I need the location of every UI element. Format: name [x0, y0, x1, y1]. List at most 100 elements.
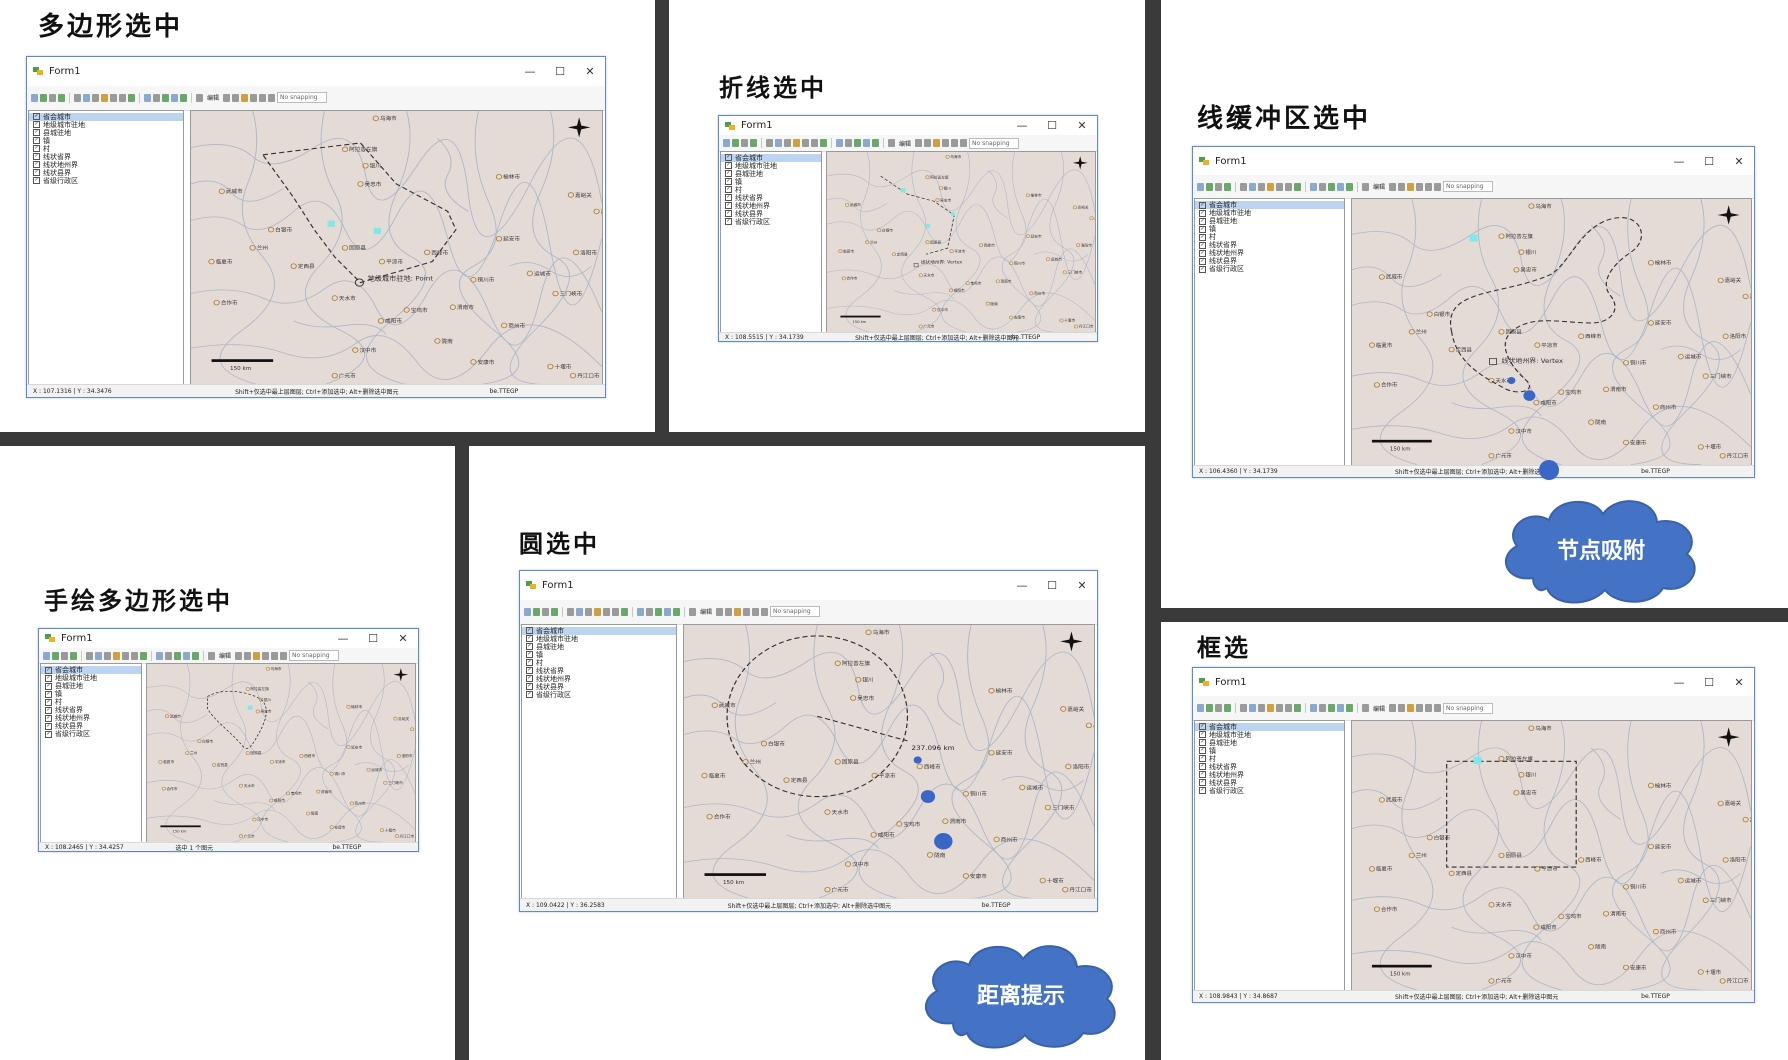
toolbar-button-icon[interactable]	[820, 139, 827, 147]
minimize-button[interactable]: —	[328, 632, 358, 645]
layer-item[interactable]: ✓ 线状省界	[721, 194, 821, 202]
toolbar-button-icon[interactable]	[235, 651, 243, 660]
layer-checkbox[interactable]: ✓	[1199, 257, 1206, 265]
edit-menu[interactable]: 编辑	[700, 607, 712, 616]
toolbar-button-icon[interactable]	[271, 651, 279, 660]
toolbar-button-icon[interactable]	[1362, 182, 1369, 191]
toolbar-button-icon[interactable]	[951, 139, 959, 147]
toolbar-button-icon[interactable]	[1362, 704, 1369, 713]
toolbar-button-icon[interactable]	[86, 651, 93, 660]
layer-item[interactable]: ✓ 省会城市	[1195, 201, 1345, 210]
layer-checkbox[interactable]: ✓	[1199, 233, 1206, 241]
layer-item[interactable]: ✓ 线状省界	[1195, 763, 1344, 771]
toolbar-button-icon[interactable]	[576, 607, 583, 616]
snapping-select[interactable]: No snapping	[770, 606, 820, 618]
toolbar-button-icon[interactable]	[1215, 182, 1222, 191]
toolbar-button-icon[interactable]	[621, 607, 628, 616]
toolbar-button-icon[interactable]	[196, 93, 203, 102]
layer-item[interactable]: ✓ 省会城市	[721, 153, 822, 162]
toolbar-button-icon[interactable]	[280, 651, 288, 660]
toolbar-button-icon[interactable]	[673, 607, 680, 616]
toolbar-button-icon[interactable]	[1310, 182, 1317, 191]
layer-checkbox[interactable]: ✓	[45, 674, 52, 682]
maximize-button[interactable]: ☐	[545, 65, 575, 78]
edit-menu[interactable]: 编辑	[899, 139, 911, 148]
layer-checkbox[interactable]: ✓	[45, 698, 52, 706]
toolbar-button-icon[interactable]	[1267, 704, 1274, 713]
layer-checkbox[interactable]: ✓	[33, 113, 40, 121]
layer-item[interactable]: ✓ 镇	[1195, 747, 1344, 755]
layer-checkbox[interactable]: ✓	[1199, 747, 1206, 755]
layer-checkbox[interactable]: ✓	[33, 161, 40, 169]
toolbar-button-icon[interactable]	[1434, 182, 1442, 191]
layer-checkbox[interactable]: ✓	[1199, 731, 1206, 739]
toolbar-button-icon[interactable]	[1276, 182, 1283, 191]
toolbar-button-icon[interactable]	[104, 651, 111, 660]
map-canvas[interactable]: 乌海市阿拉善左旗银川吴忠市武威市榆林市嘉峪关白银市兰州 固原县平凉市西峰市延安市临…	[190, 110, 602, 385]
toolbar-button-icon[interactable]	[1267, 182, 1274, 191]
map-canvas[interactable]: 乌海市阿拉善左旗银川吴忠市武威市榆林市嘉峪关白银市兰州 固原县平凉市西峰市延安市临…	[683, 624, 1094, 899]
maximize-button[interactable]: ☐	[1694, 155, 1724, 168]
toolbar-button-icon[interactable]	[144, 93, 151, 102]
toolbar-button-icon[interactable]	[655, 607, 662, 616]
maximize-button[interactable]: ☐	[1037, 119, 1067, 132]
map-view[interactable]: 乌海市 阿拉善左旗 银川 吴忠市 武威市 榆林市 嘉峪关 白银市 兰州 固原县 平凉市 西峰市 延安市临…	[1351, 198, 1752, 466]
layer-item[interactable]: ✓ 县城驻地	[721, 170, 821, 178]
toolbar-button-icon[interactable]	[1407, 182, 1415, 191]
map-view[interactable]: 乌海市 阿拉善左旗 银川 吴忠市 武威市 榆林市 嘉峪关 白银市 兰州 固原县 平凉市 西峰市 延安市临…	[1351, 719, 1752, 991]
toolbar-button-icon[interactable]	[811, 139, 818, 147]
layer-item[interactable]: ✓ 省级行政区	[721, 218, 821, 226]
toolbar-button-icon[interactable]	[131, 651, 138, 660]
toolbar-button-icon[interactable]	[208, 651, 215, 660]
toolbar-button-icon[interactable]	[933, 139, 941, 147]
toolbar-button-icon[interactable]	[854, 139, 861, 147]
layer-item[interactable]: ✓ 线状地州界	[1195, 249, 1344, 257]
layer-checkbox[interactable]: ✓	[725, 178, 732, 186]
toolbar-button-icon[interactable]	[1294, 182, 1301, 191]
toolbar-button-icon[interactable]	[716, 607, 724, 616]
layer-checkbox[interactable]: ✓	[725, 210, 732, 218]
toolbar-button-icon[interactable]	[223, 93, 231, 102]
toolbar-button-icon[interactable]	[192, 651, 199, 660]
toolbar-button-icon[interactable]	[1285, 182, 1292, 191]
layer-checkbox[interactable]: ✓	[526, 627, 533, 635]
toolbar-button-icon[interactable]	[153, 93, 160, 102]
toolbar-button-icon[interactable]	[253, 651, 261, 660]
layer-checkbox[interactable]: ✓	[45, 714, 52, 722]
toolbar-button-icon[interactable]	[110, 93, 117, 102]
toolbar-button-icon[interactable]	[183, 651, 190, 660]
layer-checkbox[interactable]: ✓	[33, 169, 40, 177]
toolbar-button-icon[interactable]	[1389, 182, 1397, 191]
layer-checkbox[interactable]: ✓	[1199, 201, 1206, 209]
layer-item[interactable]: ✓ 村	[1195, 755, 1344, 763]
toolbar-button-icon[interactable]	[1310, 704, 1317, 713]
toolbar-button-icon[interactable]	[1206, 182, 1213, 191]
snapping-select[interactable]: No snapping	[1443, 702, 1493, 714]
layer-item[interactable]: ✓ 线状省界	[522, 667, 676, 675]
layer-item[interactable]: ✓ 线状省界	[29, 153, 183, 161]
layer-item[interactable]: ✓ 省级行政区	[1195, 787, 1344, 795]
toolbar-button-icon[interactable]	[1258, 182, 1265, 191]
layer-checkbox[interactable]: ✓	[1199, 763, 1206, 771]
toolbar-button-icon[interactable]	[40, 93, 47, 102]
toolbar-button-icon[interactable]	[1285, 704, 1292, 713]
layer-checkbox[interactable]: ✓	[725, 162, 732, 170]
toolbar-button-icon[interactable]	[1416, 182, 1424, 191]
minimize-button[interactable]: —	[1007, 579, 1037, 592]
layer-item[interactable]: ✓ 县城驻地	[1195, 739, 1344, 747]
toolbar-button-icon[interactable]	[637, 607, 644, 616]
toolbar-button-icon[interactable]	[766, 139, 773, 147]
toolbar-button-icon[interactable]	[180, 93, 187, 102]
toolbar-button-icon[interactable]	[646, 607, 653, 616]
layer-item[interactable]: ✓ 线状省界	[1195, 241, 1344, 249]
layer-item[interactable]: ✓ 线状地州界	[721, 202, 821, 210]
layer-checkbox[interactable]: ✓	[1199, 779, 1206, 787]
layer-checkbox[interactable]: ✓	[33, 137, 40, 145]
toolbar-button-icon[interactable]	[250, 93, 258, 102]
toolbar-button-icon[interactable]	[942, 139, 950, 147]
toolbar-button-icon[interactable]	[863, 139, 870, 147]
toolbar-button-icon[interactable]	[1240, 182, 1247, 191]
toolbar-button-icon[interactable]	[723, 139, 730, 147]
toolbar-button-icon[interactable]	[101, 93, 108, 102]
toolbar-button-icon[interactable]	[1337, 182, 1344, 191]
